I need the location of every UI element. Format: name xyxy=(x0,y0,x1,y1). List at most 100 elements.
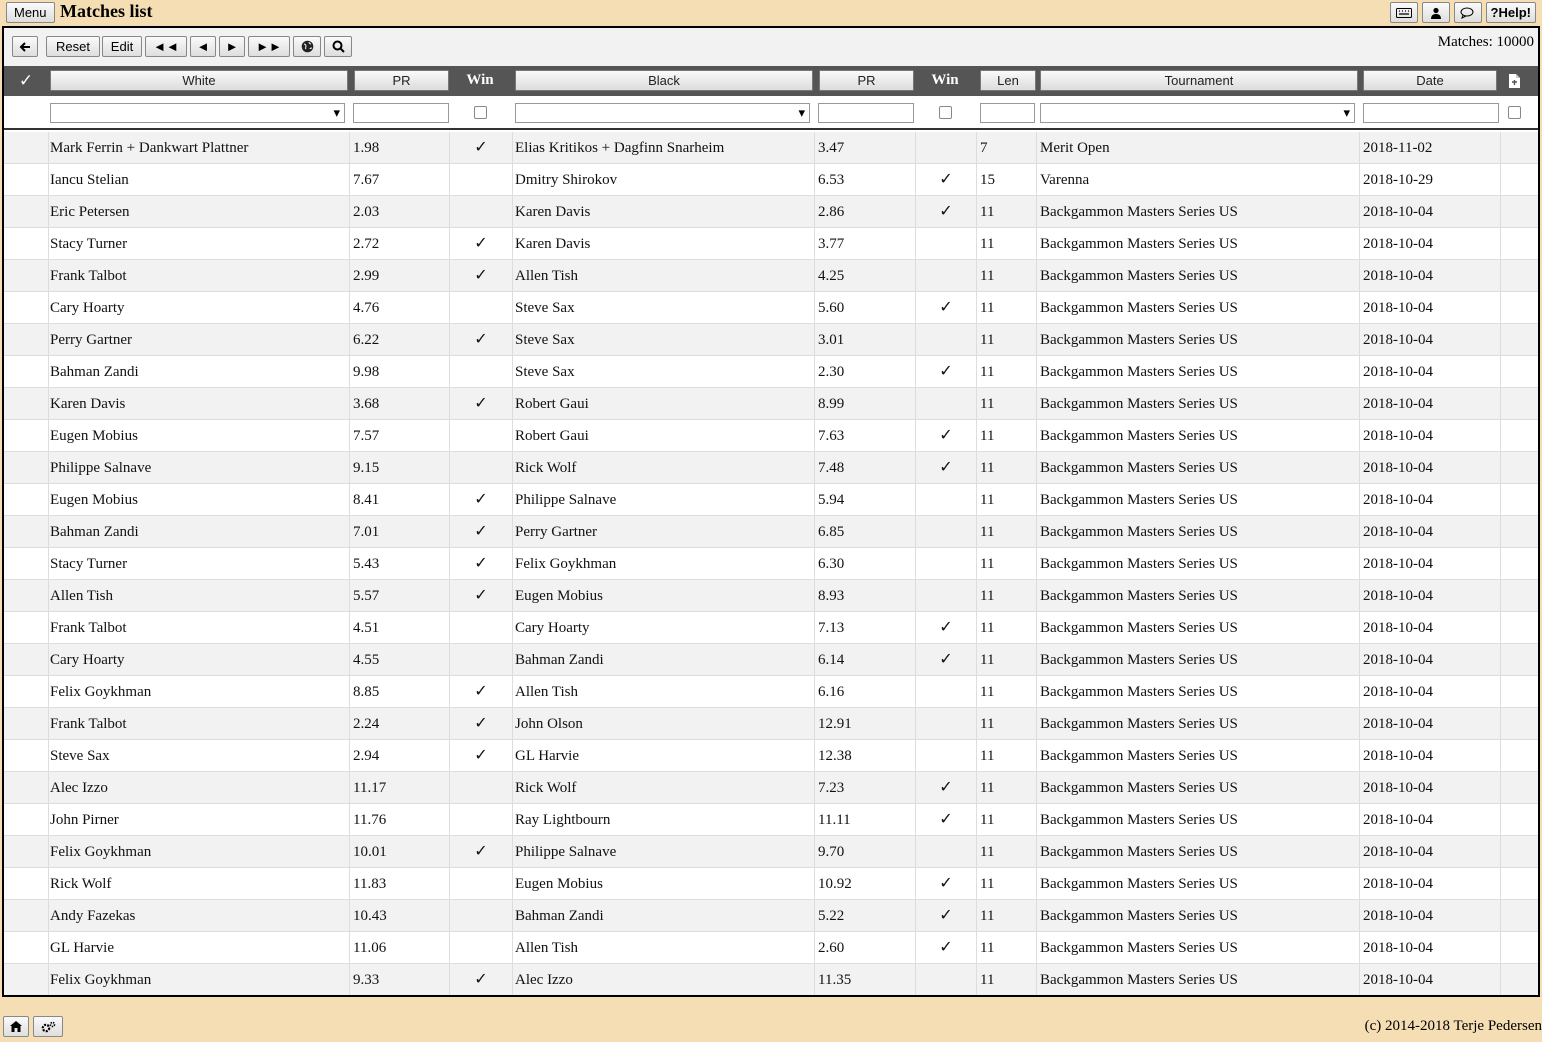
tournament-filter[interactable]: ▾ xyxy=(1040,103,1355,123)
white-player-filter[interactable]: ▾ xyxy=(50,103,345,123)
column-header-white[interactable]: White xyxy=(50,70,348,91)
cell-len: 11 xyxy=(980,364,995,380)
white-pr-filter[interactable] xyxy=(353,103,449,123)
table-row[interactable]: Philippe Salnave 9.15 Rick Wolf 7.48 ✓ 11 Back… xyxy=(4,452,1538,484)
column-divider xyxy=(1036,484,1037,516)
table-row[interactable]: Allen Tish 5.57 ✓ Eugen Mobius 8.93 11 Backgam… xyxy=(4,580,1538,612)
globe-button[interactable] xyxy=(293,36,321,57)
first-page-button[interactable]: ◄◄ xyxy=(145,36,187,57)
column-header-date[interactable]: Date xyxy=(1363,70,1497,91)
table-row[interactable]: Alec Izzo 11.17 Rick Wolf 7.23 ✓ 11 Backgammon… xyxy=(4,772,1538,804)
column-divider xyxy=(512,516,513,548)
cell-black-win: ✓ xyxy=(939,779,953,796)
cell-white-pr: 2.72 xyxy=(353,236,380,252)
column-header-black[interactable]: Black xyxy=(515,70,813,91)
table-row[interactable]: Cary Hoarty 4.55 Bahman Zandi 6.14 ✓ 11 Backga… xyxy=(4,644,1538,676)
cell-black-pr: 12.38 xyxy=(818,748,852,764)
table-row[interactable]: GL Harvie 11.06 Allen Tish 2.60 ✓ 11 Backgammo… xyxy=(4,932,1538,964)
cell-len: 11 xyxy=(980,780,995,796)
white-win-filter-checkbox[interactable] xyxy=(474,106,487,119)
black-win-filter-checkbox[interactable] xyxy=(939,106,952,119)
table-row[interactable]: Felix Goykhman 9.33 ✓ Alec Izzo 11.35 11 Backg… xyxy=(4,964,1538,995)
help-button[interactable]: ?Help! xyxy=(1485,2,1536,23)
last-page-button[interactable]: ►► xyxy=(248,36,290,57)
column-divider xyxy=(814,324,815,356)
column-divider xyxy=(349,452,350,484)
column-header-white-win[interactable]: Win xyxy=(451,70,509,91)
table-row[interactable]: Felix Goykhman 10.01 ✓ Philippe Salnave 9.70… xyxy=(4,836,1538,868)
next-page-button[interactable]: ► xyxy=(219,36,245,57)
menu-button[interactable]: Menu xyxy=(6,2,55,23)
table-row[interactable]: Eugen Mobius 7.57 Robert Gaui 7.63 ✓ 11 Backga… xyxy=(4,420,1538,452)
reset-button[interactable]: Reset xyxy=(46,36,100,57)
table-row[interactable]: Perry Gartner 6.22 ✓ Steve Sax 3.01 11 Backgam… xyxy=(4,324,1538,356)
column-divider xyxy=(1036,580,1037,612)
column-divider xyxy=(449,260,450,292)
column-header-len[interactable]: Len xyxy=(980,70,1036,91)
table-row[interactable]: Stacy Turner 2.72 ✓ Karen Davis 3.77 11 Backga… xyxy=(4,228,1538,260)
cell-black-player: Rick Wolf xyxy=(515,460,577,476)
table-row[interactable]: Karen Davis 3.68 ✓ Robert Gaui 8.99 11 Backgam… xyxy=(4,388,1538,420)
select-all-toggle[interactable]: ✓ xyxy=(4,70,48,91)
cell-black-player: Allen Tish xyxy=(515,940,578,956)
cell-white-player: Cary Hoarty xyxy=(50,300,125,316)
table-row[interactable]: Frank Talbot 2.24 ✓ John Olson 12.91 11 Backga… xyxy=(4,708,1538,740)
column-divider xyxy=(814,868,815,900)
column-header-black-win[interactable]: Win xyxy=(916,70,974,91)
table-row[interactable]: Bahman Zandi 7.01 ✓ Perry Gartner 6.85 11 Back… xyxy=(4,516,1538,548)
len-filter[interactable] xyxy=(980,103,1035,123)
column-divider xyxy=(976,772,977,804)
column-divider xyxy=(449,356,450,388)
table-row[interactable]: Mark Ferrin + Dankwart Plattner 1.98 ✓ Elia… xyxy=(4,132,1538,164)
cell-date: 2018-10-04 xyxy=(1363,812,1433,828)
cell-tournament: Backgammon Masters Series US xyxy=(1040,492,1238,508)
cell-black-pr: 7.23 xyxy=(818,780,845,796)
copyright-text: (c) 2014-2018 Terje Pedersen xyxy=(1364,1018,1542,1034)
column-divider xyxy=(1500,804,1501,836)
table-row[interactable]: Rick Wolf 11.83 Eugen Mobius 10.92 ✓ 11 Backga… xyxy=(4,868,1538,900)
table-row[interactable]: Eric Petersen 2.03 Karen Davis 2.86 ✓ 11 Backg… xyxy=(4,196,1538,228)
table-row[interactable]: Frank Talbot 4.51 Cary Hoarty 7.13 ✓ 11 Backga… xyxy=(4,612,1538,644)
date-filter[interactable] xyxy=(1363,103,1499,123)
keyboard-button[interactable] xyxy=(1389,2,1418,23)
column-header-tournament[interactable]: Tournament xyxy=(1040,70,1358,91)
chat-button[interactable] xyxy=(1453,2,1482,23)
table-row[interactable]: Andy Fazekas 10.43 Bahman Zandi 5.22 ✓ 11 Back… xyxy=(4,900,1538,932)
table-row[interactable]: Cary Hoarty 4.76 Steve Sax 5.60 ✓ 11 Backgammo… xyxy=(4,292,1538,324)
cell-white-player: Bahman Zandi xyxy=(50,524,139,540)
table-row[interactable]: Eugen Mobius 8.41 ✓ Philippe Salnave 5.94 11 B… xyxy=(4,484,1538,516)
black-player-filter[interactable]: ▾ xyxy=(515,103,810,123)
cell-tournament: Backgammon Masters Series US xyxy=(1040,748,1238,764)
table-row[interactable]: Steve Sax 2.94 ✓ GL Harvie 12.38 11 Backgammon… xyxy=(4,740,1538,772)
column-divider xyxy=(1359,420,1360,452)
table-row[interactable]: Iancu Stelian 7.67 Dmitry Shirokov 6.53 ✓ 15 V… xyxy=(4,164,1538,196)
table-row[interactable]: John Pirner 11.76 Ray Lightbourn 11.11 ✓ 11 Ba… xyxy=(4,804,1538,836)
back-button[interactable] xyxy=(12,36,38,57)
column-divider xyxy=(814,804,815,836)
home-button[interactable] xyxy=(3,1016,29,1037)
column-header-white-pr[interactable]: PR xyxy=(354,70,449,91)
export-filter-checkbox[interactable] xyxy=(1508,106,1521,119)
table-row[interactable]: Frank Talbot 2.99 ✓ Allen Tish 4.25 11 Backgam… xyxy=(4,260,1538,292)
settings-button[interactable] xyxy=(33,1016,63,1037)
table-row[interactable]: Bahman Zandi 9.98 Steve Sax 2.30 ✓ 11 Backgamm… xyxy=(4,356,1538,388)
column-divider xyxy=(1036,772,1037,804)
arrow-left-icon xyxy=(19,41,30,52)
table-row[interactable]: Stacy Turner 5.43 ✓ Felix Goykhman 6.30 11 Bac… xyxy=(4,548,1538,580)
export-button[interactable] xyxy=(1501,70,1527,91)
table-row[interactable]: Felix Goykhman 8.85 ✓ Allen Tish 6.16 11 Backg… xyxy=(4,676,1538,708)
column-header-black-pr[interactable]: PR xyxy=(819,70,914,91)
search-button[interactable] xyxy=(324,36,352,57)
column-divider xyxy=(48,676,49,708)
cell-white-pr: 9.33 xyxy=(353,972,380,988)
black-pr-filter[interactable] xyxy=(818,103,914,123)
column-divider xyxy=(1500,676,1501,708)
cell-tournament: Backgammon Masters Series US xyxy=(1040,812,1238,828)
prev-page-button[interactable]: ◄ xyxy=(190,36,216,57)
edit-button[interactable]: Edit xyxy=(102,36,142,57)
cell-white-player: Mark Ferrin + Dankwart Plattner xyxy=(50,140,249,156)
column-divider xyxy=(449,708,450,740)
user-button[interactable] xyxy=(1421,2,1450,23)
cell-tournament: Backgammon Masters Series US xyxy=(1040,652,1238,668)
column-divider xyxy=(1036,612,1037,644)
